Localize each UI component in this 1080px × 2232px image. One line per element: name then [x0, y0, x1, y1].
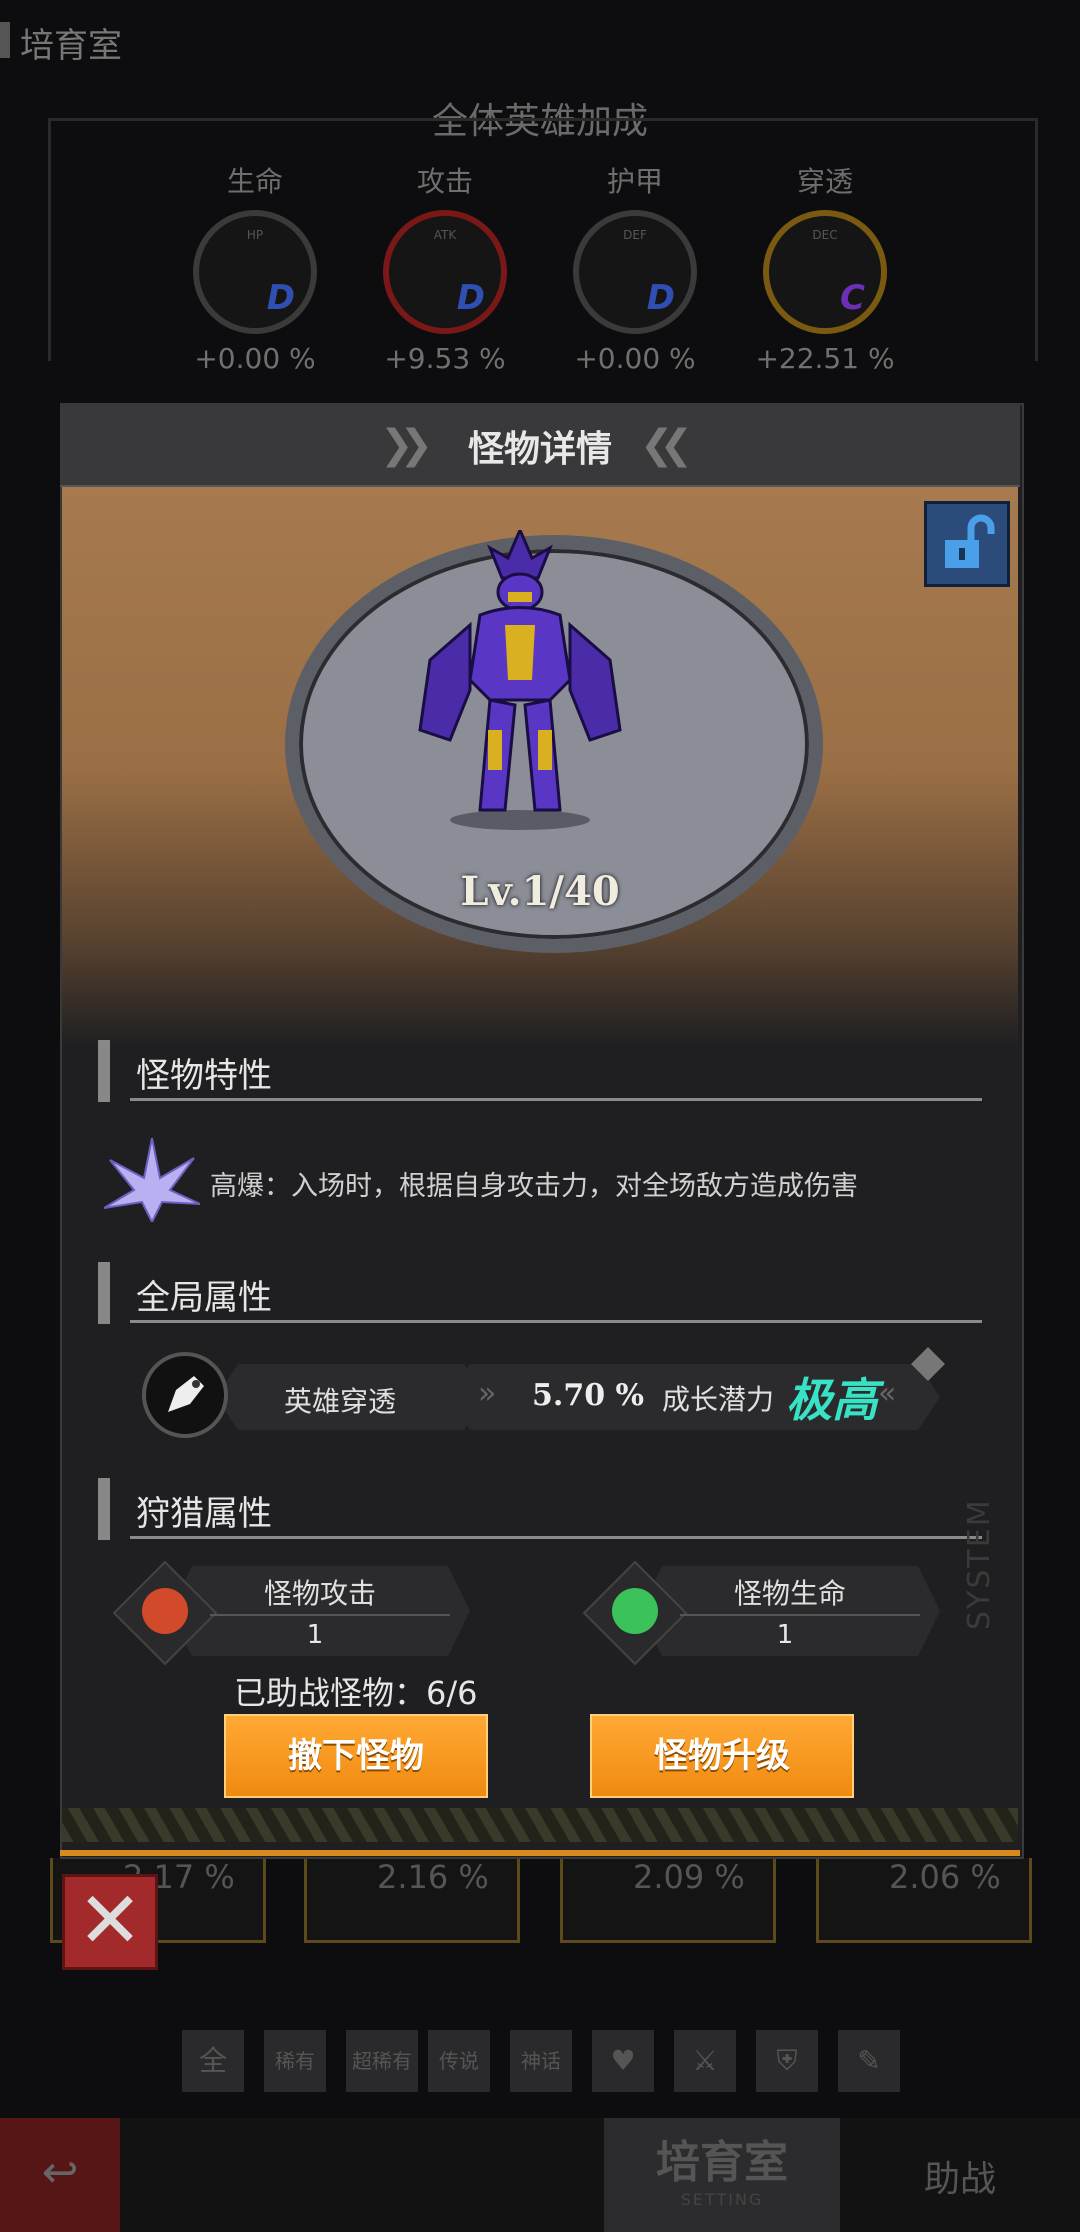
hunt-attack-value: 1	[306, 1620, 324, 1650]
stat-pen: 穿透 DEC C +22.51 %	[740, 160, 910, 375]
section-hunt-title: 狩猎属性	[136, 1494, 272, 1534]
monster-card[interactable]: 2.06 %	[816, 1858, 1032, 1943]
monster-sprite	[418, 530, 622, 830]
growth-potential: 极高	[786, 1373, 878, 1427]
filter-def-icon[interactable]: ⛨	[756, 2030, 818, 2092]
stat-hp-label: 生命	[226, 165, 283, 198]
tab-assist[interactable]: 助战	[924, 2150, 996, 2202]
divider	[680, 1614, 920, 1616]
stat-pen-label: 穿透	[796, 165, 853, 198]
hunt-attack-label: 怪物攻击	[263, 1577, 376, 1610]
stat-atk: 攻击 ATK D +9.53 %	[360, 160, 530, 375]
hunt-hp-label: 怪物生命	[733, 1577, 846, 1610]
penetration-icon	[142, 1352, 228, 1438]
filter-hp-icon[interactable]: ♥	[592, 2030, 654, 2092]
filter-all[interactable]: 全	[182, 2030, 244, 2092]
stat-def: 护甲 DEF D +0.00 %	[550, 160, 720, 375]
heart-icon: HP D	[193, 210, 317, 334]
stat-pen-value: +22.51 %	[755, 342, 895, 375]
section-global-title: 全局属性	[136, 1278, 272, 1318]
divider	[130, 1098, 982, 1101]
filter-atk-icon[interactable]: ⚔	[674, 2030, 736, 2092]
section-trait-title: 怪物特性	[136, 1056, 272, 1096]
shield-icon: DEF D	[573, 210, 697, 334]
upgrade-monster-button[interactable]: 怪物升级	[590, 1714, 854, 1798]
divider	[130, 1536, 982, 1539]
section-marker	[98, 1040, 110, 1102]
section-marker	[98, 1262, 110, 1324]
filter-rare[interactable]: 稀有	[264, 2030, 326, 2092]
hunt-hp-value: 1	[776, 1620, 794, 1650]
system-watermark: SYSTEM	[962, 1498, 997, 1630]
sword-icon: ATK D	[383, 210, 507, 334]
stat-def-label: 护甲	[606, 165, 663, 198]
filter-myth[interactable]: 神话	[510, 2030, 572, 2092]
claw-icon	[142, 1588, 188, 1634]
remove-monster-button[interactable]: 撤下怪物	[224, 1714, 488, 1798]
modal-title: 怪物详情	[467, 429, 612, 470]
double-arrow-icon: «	[878, 1376, 897, 1411]
filter-pen-icon[interactable]: ✎	[838, 2030, 900, 2092]
stat-def-value: +0.00 %	[574, 342, 696, 375]
section-marker	[98, 1478, 110, 1540]
filter-super-rare[interactable]: 超稀有	[346, 2030, 418, 2092]
hazard-stripe	[62, 1808, 1018, 1842]
monster-card[interactable]: 2.16 %	[304, 1858, 520, 1943]
global-stat-label: 英雄穿透	[284, 1385, 397, 1418]
global-stat-value: 5.70 %	[532, 1378, 645, 1413]
stat-atk-value: +9.53 %	[384, 342, 506, 375]
shield-icon	[612, 1588, 658, 1634]
pen-icon: DEC C	[763, 210, 887, 334]
page-title: 培育室	[0, 18, 122, 67]
divider	[210, 1614, 450, 1616]
stat-atk-label: 攻击	[416, 165, 473, 198]
monster-level: Lv.1/40	[460, 868, 620, 915]
double-arrow-icon: »	[478, 1376, 497, 1411]
assist-count: 已助战怪物：6/6	[234, 1674, 478, 1712]
modal-bottom-edge	[60, 1850, 1020, 1856]
unlock-icon	[945, 514, 995, 568]
divider	[130, 1320, 982, 1323]
stat-hp-value: +0.00 %	[194, 342, 316, 375]
tab-breeding[interactable]: 培育室 SETTING	[604, 2118, 840, 2232]
close-button[interactable]: ✕	[62, 1874, 158, 1970]
bottom-nav	[0, 2118, 1080, 2232]
lock-button[interactable]	[924, 501, 1010, 587]
growth-label: 成长潜力	[662, 1383, 775, 1416]
filter-legend[interactable]: 传说	[428, 2030, 490, 2092]
trait-description: 高爆：入场时，根据自身攻击力，对全场敌方造成伤害	[210, 1171, 858, 1202]
explosion-icon	[104, 1138, 200, 1222]
back-button[interactable]: ↩	[0, 2118, 120, 2232]
stat-hp: 生命 HP D +0.00 %	[170, 160, 340, 375]
monster-card[interactable]: 2.09 %	[560, 1858, 776, 1943]
